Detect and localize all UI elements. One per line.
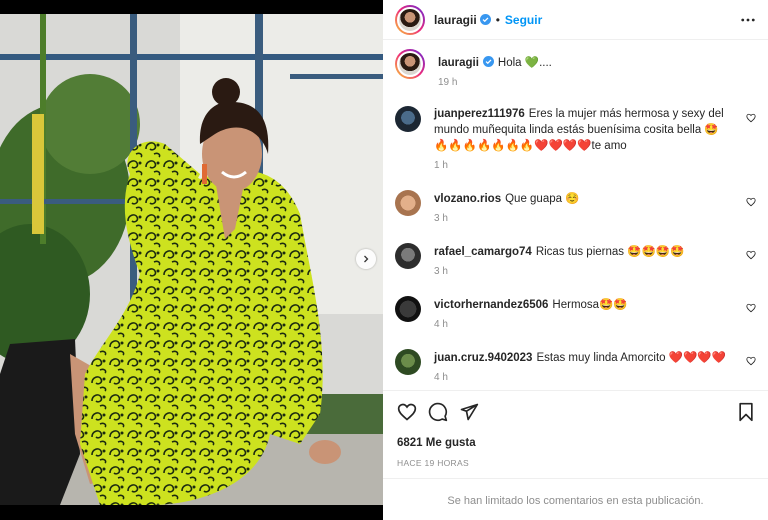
- comment-item: juanperez111976 Eres la mujer más hermosa…: [395, 106, 756, 171]
- post-media: [0, 0, 383, 520]
- caption-text-line: lauragii Hola 💚....: [438, 55, 730, 71]
- comment-body: vlozano.rios Que guapa ☺️ 3 h: [434, 190, 756, 224]
- post-timestamp[interactable]: HACE 19 HORAS: [397, 458, 756, 468]
- comment-time[interactable]: 3 h: [434, 266, 730, 277]
- caption-avatar-ring[interactable]: [395, 49, 425, 79]
- post-photo[interactable]: [0, 14, 383, 505]
- post-actions: 6821 Me gusta HACE 19 HORAS: [383, 390, 768, 468]
- comment-username[interactable]: rafael_camargo74: [434, 246, 532, 258]
- comment-time[interactable]: 4 h: [434, 372, 730, 383]
- comment-item: juan.cruz.9402023 Estas muy linda Amorcit…: [395, 349, 756, 383]
- comment-text: Que guapa ☺️: [505, 193, 580, 205]
- caption-body: lauragii Hola 💚.... 19 h: [438, 49, 756, 88]
- comment-time[interactable]: 4 h: [434, 319, 730, 330]
- comment-item: rafael_camargo74 Ricas tus piernas 🤩🤩🤩🤩 3…: [395, 243, 756, 277]
- comments-list[interactable]: lauragii Hola 💚.... 19 h juanperez111976 E…: [383, 41, 768, 390]
- comment-username[interactable]: juan.cruz.9402023: [434, 352, 532, 364]
- caption-avatar: [397, 51, 423, 77]
- verified-badge-icon: [479, 14, 491, 25]
- comment-text: Estas muy linda Amorcito ❤️❤️❤️❤️: [536, 352, 727, 364]
- comment-username[interactable]: juanperez111976: [434, 108, 525, 120]
- commenter-avatar[interactable]: [395, 243, 421, 269]
- chevron-right-icon: [364, 255, 369, 263]
- caption-time[interactable]: 19 h: [438, 77, 730, 88]
- comment-like-icon[interactable]: [746, 356, 756, 366]
- comment-username[interactable]: vlozano.rios: [434, 193, 501, 205]
- bookmark-icon[interactable]: [736, 402, 756, 422]
- commenter-avatar[interactable]: [395, 106, 421, 132]
- comment-time[interactable]: 1 h: [434, 160, 730, 171]
- header-separator: •: [495, 12, 500, 27]
- heart-icon[interactable]: [397, 402, 417, 422]
- comment-text: Hermosa🤩🤩: [552, 299, 628, 311]
- comment-like-icon[interactable]: [746, 197, 756, 207]
- comment-like-icon[interactable]: [746, 250, 756, 260]
- comment-text-line: vlozano.rios Que guapa ☺️: [434, 191, 730, 207]
- photo-illustration: [0, 14, 383, 505]
- author-username[interactable]: lauragii: [434, 13, 477, 27]
- comment-text: Ricas tus piernas 🤩🤩🤩🤩: [535, 246, 685, 258]
- commenter-avatar[interactable]: [395, 296, 421, 322]
- comment-item: vlozano.rios Que guapa ☺️ 3 h: [395, 190, 756, 224]
- share-icon[interactable]: [459, 402, 479, 422]
- author-avatar: [397, 6, 423, 33]
- post-caption: lauragii Hola 💚.... 19 h: [395, 49, 756, 88]
- comment-body: juan.cruz.9402023 Estas muy linda Amorcit…: [434, 349, 756, 383]
- comment-like-icon[interactable]: [746, 303, 756, 313]
- verified-badge-icon: [482, 56, 494, 67]
- comment-body: juanperez111976 Eres la mujer más hermosa…: [434, 106, 756, 171]
- author-avatar-ring[interactable]: [395, 4, 425, 35]
- comment-body: victorhernandez6506 Hermosa🤩🤩 4 h: [434, 296, 756, 330]
- post-panel: lauragii • Seguir lauragii Hola 💚.... 19 …: [383, 0, 768, 520]
- comment-icon[interactable]: [428, 402, 448, 422]
- comment-like-icon[interactable]: [746, 113, 756, 123]
- comments-limited-notice: Se han limitado los comentarios en esta …: [383, 478, 768, 520]
- comment-body: rafael_camargo74 Ricas tus piernas 🤩🤩🤩🤩 3…: [434, 243, 756, 277]
- post-header: lauragii • Seguir: [383, 0, 768, 40]
- caption-text: Hola 💚....: [497, 57, 552, 69]
- action-bar: [397, 401, 756, 423]
- comment-text-line: juanperez111976 Eres la mujer más hermosa…: [434, 106, 730, 154]
- carousel-next-button[interactable]: [356, 249, 376, 269]
- comment-text-line: rafael_camargo74 Ricas tus piernas 🤩🤩🤩🤩: [434, 244, 730, 260]
- caption-username[interactable]: lauragii: [438, 57, 479, 69]
- more-options-button[interactable]: [740, 12, 756, 28]
- more-options-icon: [741, 18, 755, 21]
- commenter-avatar[interactable]: [395, 349, 421, 375]
- comment-item: victorhernandez6506 Hermosa🤩🤩 4 h: [395, 296, 756, 330]
- comment-username[interactable]: victorhernandez6506: [434, 299, 548, 311]
- comment-time[interactable]: 3 h: [434, 213, 730, 224]
- follow-button[interactable]: Seguir: [505, 13, 542, 27]
- comment-text-line: juan.cruz.9402023 Estas muy linda Amorcit…: [434, 350, 730, 366]
- commenter-avatar[interactable]: [395, 190, 421, 216]
- likes-count[interactable]: 6821 Me gusta: [397, 437, 756, 449]
- comment-text-line: victorhernandez6506 Hermosa🤩🤩: [434, 297, 730, 313]
